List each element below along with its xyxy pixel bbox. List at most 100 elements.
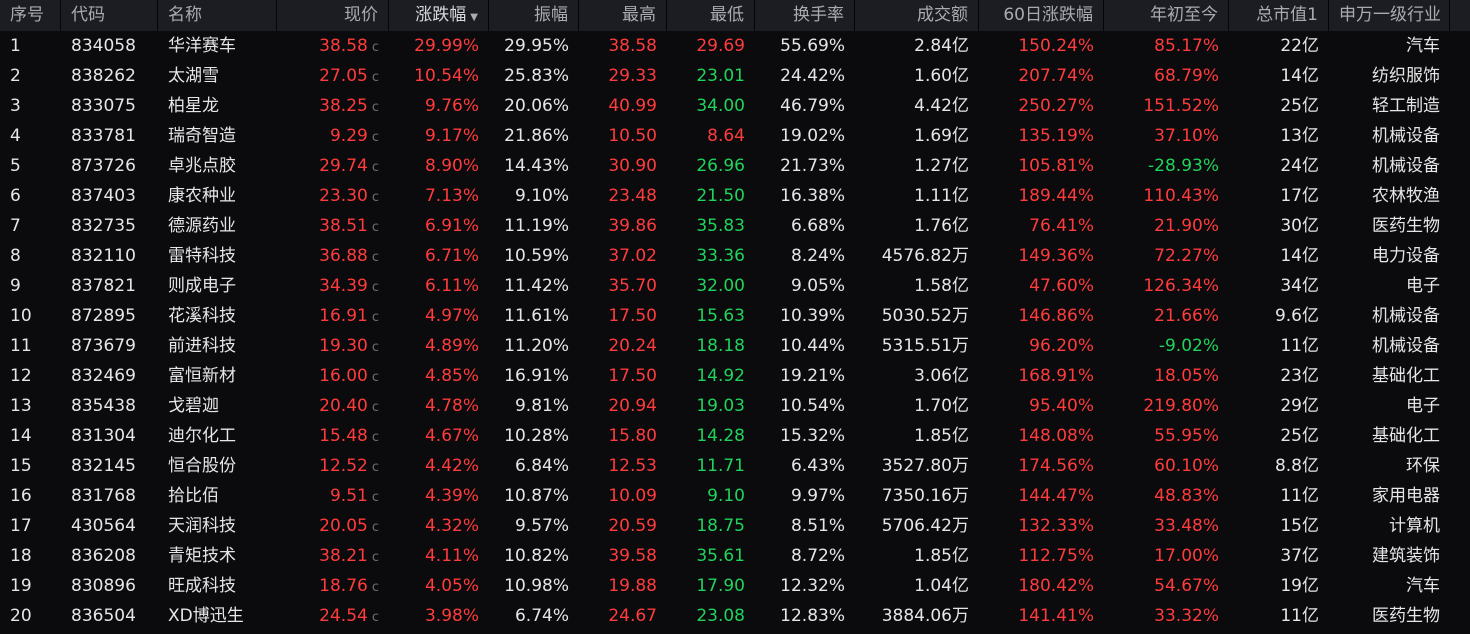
cell-high: 10.09 xyxy=(579,481,667,511)
cell-index-text: 19 xyxy=(10,576,32,596)
cell-low: 19.03 xyxy=(667,391,755,421)
cell-volume: 1.11亿 xyxy=(855,181,979,211)
cell-change-pct-text: 4.39% xyxy=(424,486,479,506)
cell-change-pct: 4.97% xyxy=(389,301,489,331)
table-row[interactable]: 17 430564 天润科技 20.05 c 4.32% 9.57% 20.59 18.75 8.… xyxy=(0,511,1470,541)
table-row[interactable]: 14 831304 迪尔化工 15.48 c 4.67% 10.28% 15.80 14.28 1… xyxy=(0,421,1470,451)
cell-index: 4 xyxy=(0,121,61,151)
cell-index: 6 xyxy=(0,181,61,211)
cell-volume-text: 1.85亿 xyxy=(914,426,969,446)
header-amplitude[interactable]: 振幅 xyxy=(489,0,579,31)
table-row[interactable]: 11 873679 前进科技 19.30 c 4.89% 11.20% 20.24 18.18 1… xyxy=(0,331,1470,361)
table-row[interactable]: 20 836504 XD博迅生 24.54 c 3.98% 6.74% 24.67 23.08 1… xyxy=(0,601,1470,631)
header-price[interactable]: 现价 xyxy=(277,0,389,31)
header-turnover[interactable]: 换手率 xyxy=(755,0,855,31)
cell-market-cap-text: 11亿 xyxy=(1280,606,1319,626)
cell-amplitude-text: 20.06% xyxy=(504,96,569,116)
cell-low: 8.64 xyxy=(667,121,755,151)
cell-market-cap: 15亿 xyxy=(1229,511,1329,541)
cell-ytd: 33.48% xyxy=(1104,511,1229,541)
table-row[interactable]: 7 832735 德源药业 38.51 c 6.91% 11.19% 39.86 35.83 6.… xyxy=(0,211,1470,241)
cell-market-cap: 9.6亿 xyxy=(1229,301,1329,331)
header-ytd[interactable]: 年初至今 xyxy=(1104,0,1229,31)
cell-stock-name: 太湖雪 xyxy=(158,61,277,91)
cell-amplitude-text: 10.82% xyxy=(504,546,569,566)
cell-code-text: 835438 xyxy=(71,396,136,416)
cell-code: 873726 xyxy=(61,151,158,181)
cell-turnover: 21.73% xyxy=(755,151,855,181)
cell-stock-name-text: 华洋赛车 xyxy=(168,36,236,56)
table-row[interactable]: 3 833075 柏星龙 38.25 c 9.76% 20.06% 40.99 34.00 46.… xyxy=(0,91,1470,121)
header-code[interactable]: 代码 xyxy=(61,0,158,31)
cell-amplitude-text: 16.91% xyxy=(504,366,569,386)
header-name[interactable]: 名称 xyxy=(158,0,277,31)
cell-change-pct-text: 3.98% xyxy=(424,606,479,626)
cell-change-60d-text: 207.74% xyxy=(1018,66,1094,86)
cell-volume-text: 1.60亿 xyxy=(914,66,969,86)
table-row[interactable]: 9 837821 则成电子 34.39 c 6.11% 11.42% 35.70 32.00 9.… xyxy=(0,271,1470,301)
cell-code: 873679 xyxy=(61,331,158,361)
cell-change-pct-text: 4.67% xyxy=(424,426,479,446)
header-industry[interactable]: 申万一级行业 xyxy=(1329,0,1450,31)
table-row[interactable]: 4 833781 瑞奇智造 9.29 c 9.17% 21.86% 10.50 8.64 19.0… xyxy=(0,121,1470,151)
cell-code-text: 838262 xyxy=(71,66,136,86)
table-row[interactable]: 2 838262 太湖雪 27.05 c 10.54% 25.83% 29.33 23.01 24… xyxy=(0,61,1470,91)
table-row[interactable]: 19 830896 旺成科技 18.76 c 4.05% 10.98% 19.88 17.90 1… xyxy=(0,571,1470,601)
header-high[interactable]: 最高 xyxy=(579,0,667,31)
cell-volume: 1.04亿 xyxy=(855,571,979,601)
cell-ytd-text: 219.80% xyxy=(1143,396,1219,416)
cell-change-60d-text: 105.81% xyxy=(1018,156,1094,176)
cell-index: 8 xyxy=(0,241,61,271)
header-volume[interactable]: 成交额 xyxy=(855,0,979,31)
table-row[interactable]: 13 835438 戈碧迦 20.40 c 4.78% 9.81% 20.94 19.03 10.… xyxy=(0,391,1470,421)
cell-change-60d: 250.27% xyxy=(979,91,1104,121)
cell-market-cap: 11亿 xyxy=(1229,601,1329,631)
cell-high-text: 10.50 xyxy=(608,126,657,146)
table-row[interactable]: 8 832110 雷特科技 36.88 c 6.71% 10.59% 37.02 33.36 8.… xyxy=(0,241,1470,271)
cell-low-text: 11.71 xyxy=(696,456,745,476)
table-row[interactable]: 12 832469 富恒新材 16.00 c 4.85% 16.91% 17.50 14.92 1… xyxy=(0,361,1470,391)
cell-volume-text: 4.42亿 xyxy=(914,96,969,116)
table-row[interactable]: 18 836208 青矩技术 38.21 c 4.11% 10.82% 39.58 35.61 8… xyxy=(0,541,1470,571)
table-row[interactable]: 15 832145 恒合股份 12.52 c 4.42% 6.84% 12.53 11.71 6.… xyxy=(0,451,1470,481)
header-change-pct[interactable]: 涨跌幅 ▼ xyxy=(389,0,489,31)
cell-change-60d: 146.86% xyxy=(979,301,1104,331)
table-row[interactable]: 5 873726 卓兆点胶 29.74 c 8.90% 14.43% 30.90 26.96 21… xyxy=(0,151,1470,181)
cell-ytd-text: 18.05% xyxy=(1154,366,1219,386)
table-row[interactable]: 16 831768 拾比佰 9.51 c 4.39% 10.87% 10.09 9.10 9.97… xyxy=(0,481,1470,511)
cell-change-60d: 132.33% xyxy=(979,511,1104,541)
cell-stock-name: 华洋赛车 xyxy=(158,31,277,61)
cell-high: 29.33 xyxy=(579,61,667,91)
cell-stock-name: XD博迅生 xyxy=(158,601,277,631)
cell-high: 20.59 xyxy=(579,511,667,541)
cell-amplitude-text: 9.57% xyxy=(514,516,569,536)
cell-code: 835438 xyxy=(61,391,158,421)
cell-industry: 纺织服饰 xyxy=(1329,61,1450,91)
table-row[interactable]: 6 837403 康农种业 23.30 c 7.13% 9.10% 23.48 21.50 16.… xyxy=(0,181,1470,211)
header-market-cap[interactable]: 总市值1 xyxy=(1229,0,1329,31)
cell-volume: 4.42亿 xyxy=(855,91,979,121)
cell-price: 23.30 c xyxy=(277,181,389,211)
cell-change-pct-text: 4.42% xyxy=(424,456,479,476)
cell-amplitude-text: 6.84% xyxy=(514,456,569,476)
table-row[interactable]: 10 872895 花溪科技 16.91 c 4.97% 11.61% 17.50 15.63 1… xyxy=(0,301,1470,331)
cell-industry-text: 汽车 xyxy=(1406,36,1440,56)
cell-low-text: 9.10 xyxy=(707,486,745,506)
cell-high: 15.80 xyxy=(579,421,667,451)
cell-high-text: 15.80 xyxy=(608,426,657,446)
cell-industry: 基础化工 xyxy=(1329,361,1450,391)
cell-price: 18.76 c xyxy=(277,571,389,601)
cell-change-pct-text: 8.90% xyxy=(424,156,479,176)
cell-price-text: 29.74 xyxy=(319,156,368,176)
cell-stock-name-text: 花溪科技 xyxy=(168,306,236,326)
header-index[interactable]: 序号 xyxy=(0,0,61,31)
cell-change-60d-text: 144.47% xyxy=(1018,486,1094,506)
cell-stock-name: 迪尔化工 xyxy=(158,421,277,451)
header-change-60d[interactable]: 60日涨跌幅 xyxy=(979,0,1104,31)
cell-market-cap-text: 13亿 xyxy=(1280,126,1319,146)
cell-change-pct: 4.39% xyxy=(389,481,489,511)
table-row[interactable]: 1 834058 华洋赛车 38.58 c 29.99% 29.95% 38.58 29.69 5… xyxy=(0,31,1470,61)
cell-industry: 环保 xyxy=(1329,451,1450,481)
header-low[interactable]: 最低 xyxy=(667,0,755,31)
cell-price: 12.52 c xyxy=(277,451,389,481)
